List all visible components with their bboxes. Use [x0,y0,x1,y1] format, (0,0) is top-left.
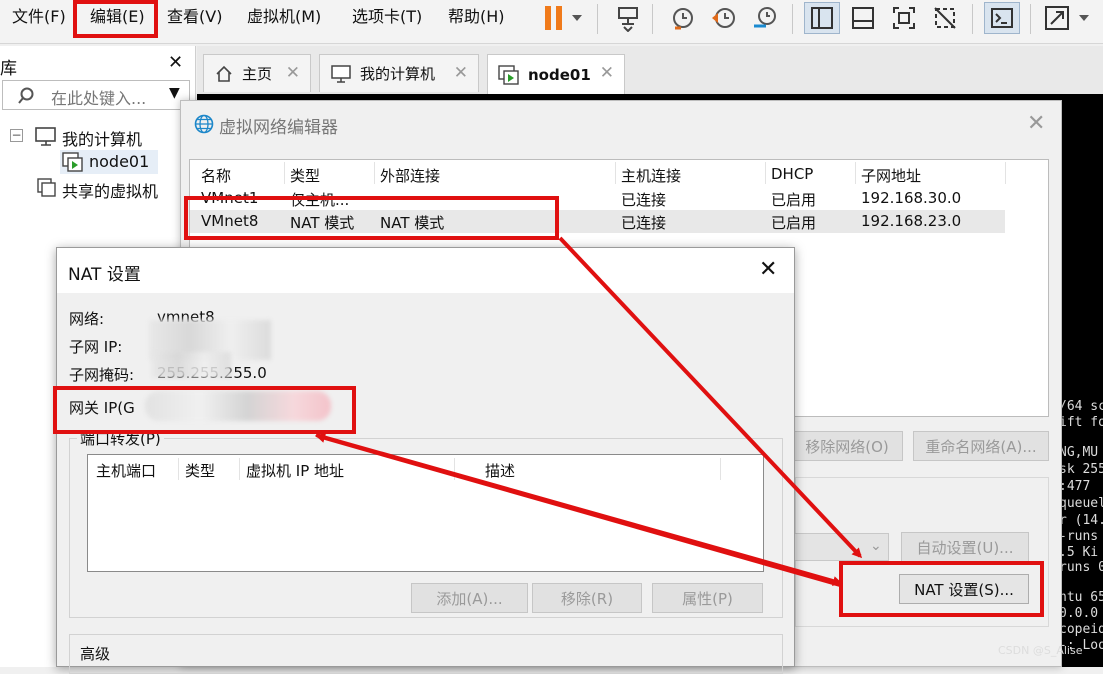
annotation-arrows [315,236,863,587]
arrow-to-nat-button [558,236,863,559]
arrow-back-to-nat [315,433,843,586]
watermark: CSDN @S_Alise [998,644,1083,657]
